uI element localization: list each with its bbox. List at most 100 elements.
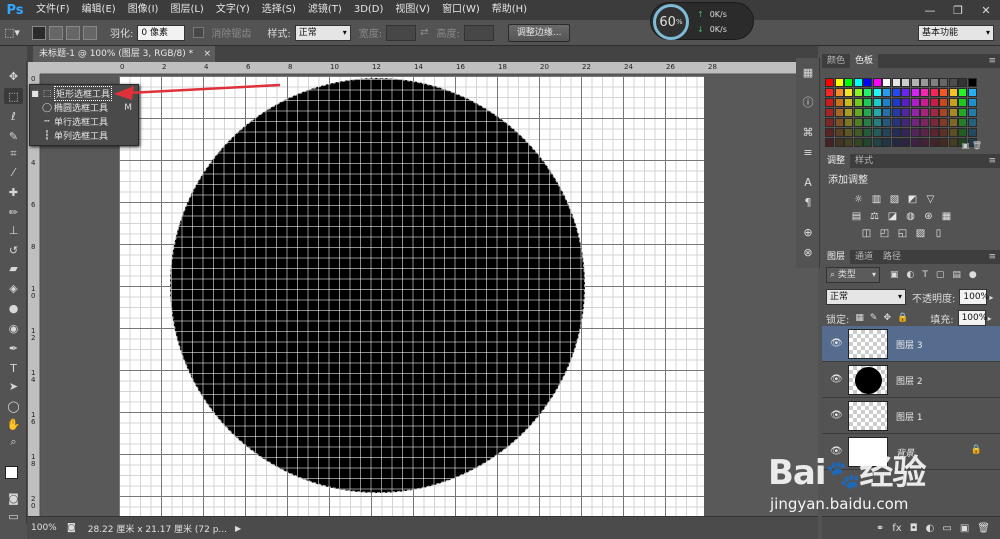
restore-button[interactable]: ❐ xyxy=(944,0,972,20)
color-swatch[interactable] xyxy=(891,88,901,97)
menu-type[interactable]: 文字(Y) xyxy=(210,0,256,20)
color-swatch[interactable] xyxy=(958,88,967,97)
color-swatch[interactable] xyxy=(939,78,948,87)
swap-icon[interactable]: ⇄ xyxy=(420,27,428,38)
pen-tool-icon[interactable]: ✒ xyxy=(4,340,23,356)
status-info-icon[interactable]: ◙ xyxy=(67,523,76,533)
foreground-color-swatch[interactable] xyxy=(5,466,18,479)
color-swatch[interactable] xyxy=(825,78,834,87)
healing-brush-tool-icon[interactable]: ✚ xyxy=(4,184,23,200)
color-swatch[interactable] xyxy=(863,138,872,147)
color-balance-icon[interactable]: ⚖ xyxy=(868,210,881,223)
color-swatch[interactable] xyxy=(891,128,901,137)
color-swatch[interactable] xyxy=(910,88,920,97)
flyout-single-row-marquee[interactable]: ┅ 单行选框工具 xyxy=(30,115,138,129)
filter-toggle-icon[interactable]: ● xyxy=(969,270,977,280)
fx-icon[interactable]: fx xyxy=(892,523,901,534)
menu-3d[interactable]: 3D(D) xyxy=(348,0,390,20)
color-swatch[interactable] xyxy=(844,78,853,87)
color-swatch[interactable] xyxy=(891,138,901,147)
ruler-origin[interactable] xyxy=(28,62,40,74)
panel-menu-icon[interactable]: ≡ xyxy=(988,54,996,68)
color-swatch[interactable] xyxy=(872,128,882,137)
color-swatch[interactable] xyxy=(920,98,929,107)
color-swatch[interactable] xyxy=(882,98,891,107)
horizontal-ruler[interactable]: 0 2 4 6 8 10 12 14 16 18 20 22 24 26 28 xyxy=(40,62,818,74)
color-swatch[interactable] xyxy=(920,138,929,147)
lock-position-icon[interactable]: ✥ xyxy=(883,313,891,323)
paragraph-panel-icon[interactable]: ¶ xyxy=(800,194,816,210)
eye-icon[interactable]: 👁 xyxy=(830,410,843,421)
color-swatch[interactable] xyxy=(920,88,929,97)
width-input[interactable] xyxy=(386,24,417,41)
height-input[interactable] xyxy=(463,24,494,41)
color-swatch[interactable] xyxy=(920,108,929,117)
color-swatch[interactable] xyxy=(967,118,977,127)
brush-tool-icon[interactable]: ✏ xyxy=(4,204,23,220)
color-swatch[interactable] xyxy=(872,118,882,127)
swatch-footer-icons[interactable]: ▣ 🗑 xyxy=(962,141,982,150)
tab-channels[interactable]: 通道 xyxy=(850,250,878,264)
style-select[interactable]: 正常 xyxy=(294,24,351,41)
color-swatch[interactable] xyxy=(853,128,863,137)
color-swatch[interactable] xyxy=(939,138,948,147)
marquee-tool-icon[interactable]: ⬚ xyxy=(4,88,23,104)
quick-mask-icon[interactable]: ◙ xyxy=(4,490,23,506)
character-panel-icon[interactable]: A xyxy=(800,174,816,190)
dodge-tool-icon[interactable]: ◉ xyxy=(4,320,23,336)
color-swatch[interactable] xyxy=(910,98,920,107)
subtract-selection-icon[interactable] xyxy=(66,25,80,40)
color-swatch[interactable] xyxy=(948,118,958,127)
feather-input[interactable]: 0 像素 xyxy=(137,24,186,41)
color-swatch[interactable] xyxy=(929,108,939,117)
color-swatch[interactable] xyxy=(863,98,872,107)
layer-row-2[interactable]: 👁 图层 2 xyxy=(822,362,1000,398)
eye-icon[interactable]: 👁 xyxy=(830,338,843,349)
color-swatch[interactable] xyxy=(891,78,901,87)
color-swatch[interactable] xyxy=(948,78,958,87)
tab-color[interactable]: 颜色 xyxy=(822,54,850,68)
color-swatch[interactable] xyxy=(910,138,920,147)
color-swatch[interactable] xyxy=(882,108,891,117)
color-swatch[interactable] xyxy=(825,118,834,127)
layer-name[interactable]: 背景 xyxy=(896,446,914,459)
color-swatch[interactable] xyxy=(834,78,844,87)
color-swatch[interactable] xyxy=(834,98,844,107)
color-swatch[interactable] xyxy=(958,98,967,107)
new-selection-icon[interactable] xyxy=(32,25,46,40)
color-swatch[interactable] xyxy=(939,88,948,97)
color-swatch[interactable] xyxy=(948,88,958,97)
color-swatch[interactable] xyxy=(920,78,929,87)
history-panel-icon[interactable]: ▦ xyxy=(800,64,816,80)
layer-name[interactable]: 图层 3 xyxy=(896,338,923,351)
color-swatch[interactable] xyxy=(825,138,834,147)
color-swatch[interactable] xyxy=(882,138,891,147)
menu-image[interactable]: 图像(I) xyxy=(122,0,165,20)
color-swatch[interactable] xyxy=(853,108,863,117)
color-swatch[interactable] xyxy=(929,138,939,147)
color-swatch[interactable] xyxy=(929,118,939,127)
photo-filter-icon[interactable]: ◍ xyxy=(904,210,917,223)
layer-name[interactable]: 图层 2 xyxy=(896,374,923,387)
link-layers-icon[interactable]: ⚭ xyxy=(876,523,884,534)
menu-edit[interactable]: 编辑(E) xyxy=(76,0,122,20)
color-swatch[interactable] xyxy=(825,108,834,117)
color-swatch[interactable] xyxy=(901,118,910,127)
panel-menu-icon[interactable]: ≡ xyxy=(988,250,996,264)
threshold-icon[interactable]: ◱ xyxy=(896,227,909,240)
refine-edge-button[interactable]: 调整边缘... xyxy=(507,23,571,42)
swatch-grid[interactable] xyxy=(825,78,985,148)
status-menu-arrow-icon[interactable]: ▶ xyxy=(235,524,241,533)
color-swatch[interactable] xyxy=(910,128,920,137)
close-tab-icon[interactable]: × xyxy=(203,46,211,62)
color-swatch[interactable] xyxy=(967,88,977,97)
tab-styles[interactable]: 样式 xyxy=(850,154,878,168)
menu-select[interactable]: 选择(S) xyxy=(256,0,302,20)
exposure-icon[interactable]: ◩ xyxy=(906,193,919,206)
flyout-elliptical-marquee[interactable]: ◯ 椭圆选框工具 M xyxy=(30,101,138,115)
tab-paths[interactable]: 路径 xyxy=(878,250,906,264)
screen-mode-icon[interactable]: ▭ xyxy=(4,508,23,524)
hand-tool-icon[interactable]: ✋ xyxy=(4,416,23,432)
tab-adjustments[interactable]: 调整 xyxy=(822,154,851,168)
type-tool-icon[interactable]: T xyxy=(4,360,23,376)
